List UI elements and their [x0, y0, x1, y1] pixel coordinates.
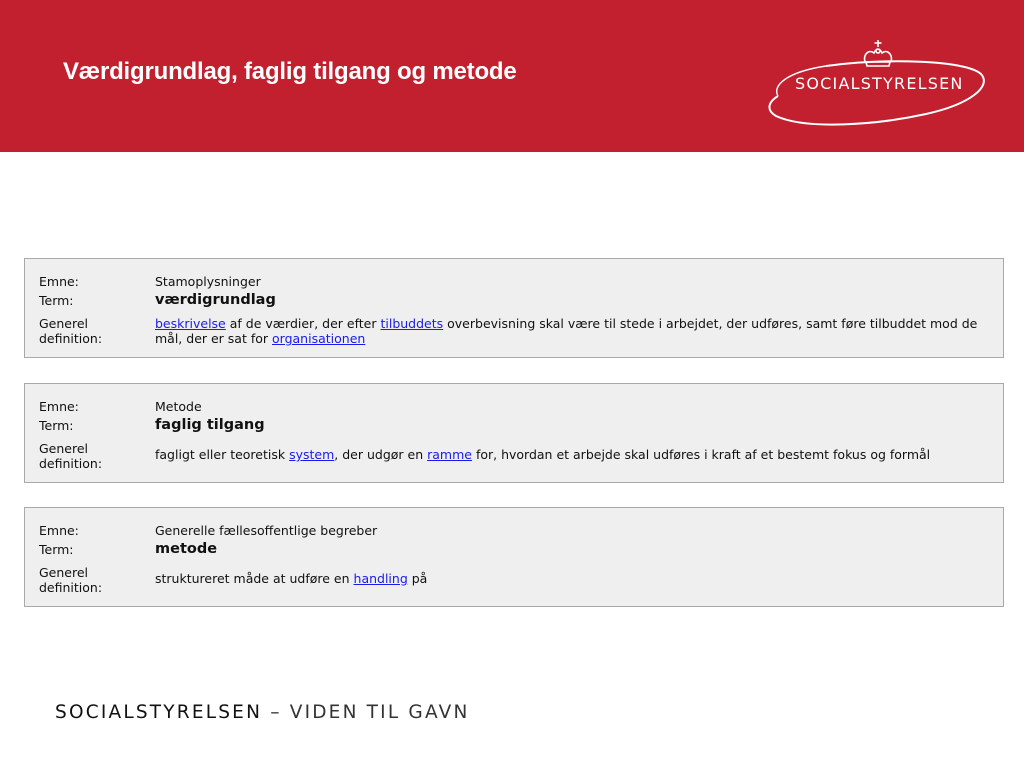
- term-entry-box: Emne: Term: Generel definition: Generelle fæ…: [24, 507, 1004, 607]
- term-entry-box: Emne: Term: Generel definition: Stamoplysnin…: [24, 258, 1004, 358]
- definition-text: af de værdier, der efter: [225, 316, 381, 331]
- definition-text: , der udgør en: [334, 447, 428, 462]
- footer-slogan: – VIDEN TIL GAVN: [262, 702, 470, 723]
- logo-text: SOCIALSTYRELSEN: [795, 74, 964, 93]
- subject-label: Emne:: [39, 274, 79, 289]
- slide-title: Værdigrundlag, faglig tilgang og metode: [63, 58, 517, 85]
- slide-header: Værdigrundlag, faglig tilgang og metode …: [0, 0, 1024, 152]
- socialstyrelsen-logo: SOCIALSTYRELSEN: [766, 38, 990, 128]
- definition-value: beskrivelse af de værdier, der efter til…: [155, 316, 985, 346]
- term-value: faglig tilgang: [155, 417, 265, 433]
- definition-label-line1: Generel: [39, 441, 89, 456]
- definition-text: på: [407, 571, 428, 586]
- definition-label-line1: Generel: [39, 565, 89, 580]
- definition-text: for, hvordan et arbejde skal udføres i k…: [471, 447, 931, 462]
- subject-value: Metode: [155, 399, 202, 414]
- definition-label-line2: definition:: [39, 580, 103, 595]
- definition-value: struktureret måde at udføre en handling …: [155, 571, 985, 586]
- definition-link[interactable]: ramme: [427, 447, 472, 462]
- definition-text: struktureret måde at udføre en: [155, 571, 354, 586]
- footer-tagline: SOCIALSTYRELSEN – VIDEN TIL GAVN: [55, 702, 470, 723]
- term-label: Term:: [39, 293, 74, 308]
- definition-label-line2: definition:: [39, 456, 103, 471]
- definition-link[interactable]: handling: [354, 571, 408, 586]
- definition-label-line2: definition:: [39, 331, 103, 346]
- definition-link[interactable]: beskrivelse: [155, 316, 226, 331]
- term-label: Term:: [39, 542, 74, 557]
- subject-label: Emne:: [39, 523, 79, 538]
- term-label: Term:: [39, 418, 74, 433]
- definition-text: fagligt eller teoretisk: [155, 447, 290, 462]
- subject-label: Emne:: [39, 399, 79, 414]
- definition-link[interactable]: system: [289, 447, 334, 462]
- subject-value: Stamoplysninger: [155, 274, 261, 289]
- subject-value: Generelle fællesoffentlige begreber: [155, 523, 378, 538]
- definition-value: fagligt eller teoretisk system, der udgø…: [155, 447, 985, 462]
- definition-link[interactable]: organisationen: [272, 331, 365, 346]
- definition-link[interactable]: tilbuddets: [380, 316, 443, 331]
- definition-label-line1: Generel: [39, 316, 89, 331]
- term-value: værdigrundlag: [155, 292, 276, 308]
- term-value: metode: [155, 541, 218, 557]
- term-entry-box: Emne: Term: Generel definition: Metode faglig…: [24, 383, 1004, 483]
- footer-brand: SOCIALSTYRELSEN: [55, 702, 263, 723]
